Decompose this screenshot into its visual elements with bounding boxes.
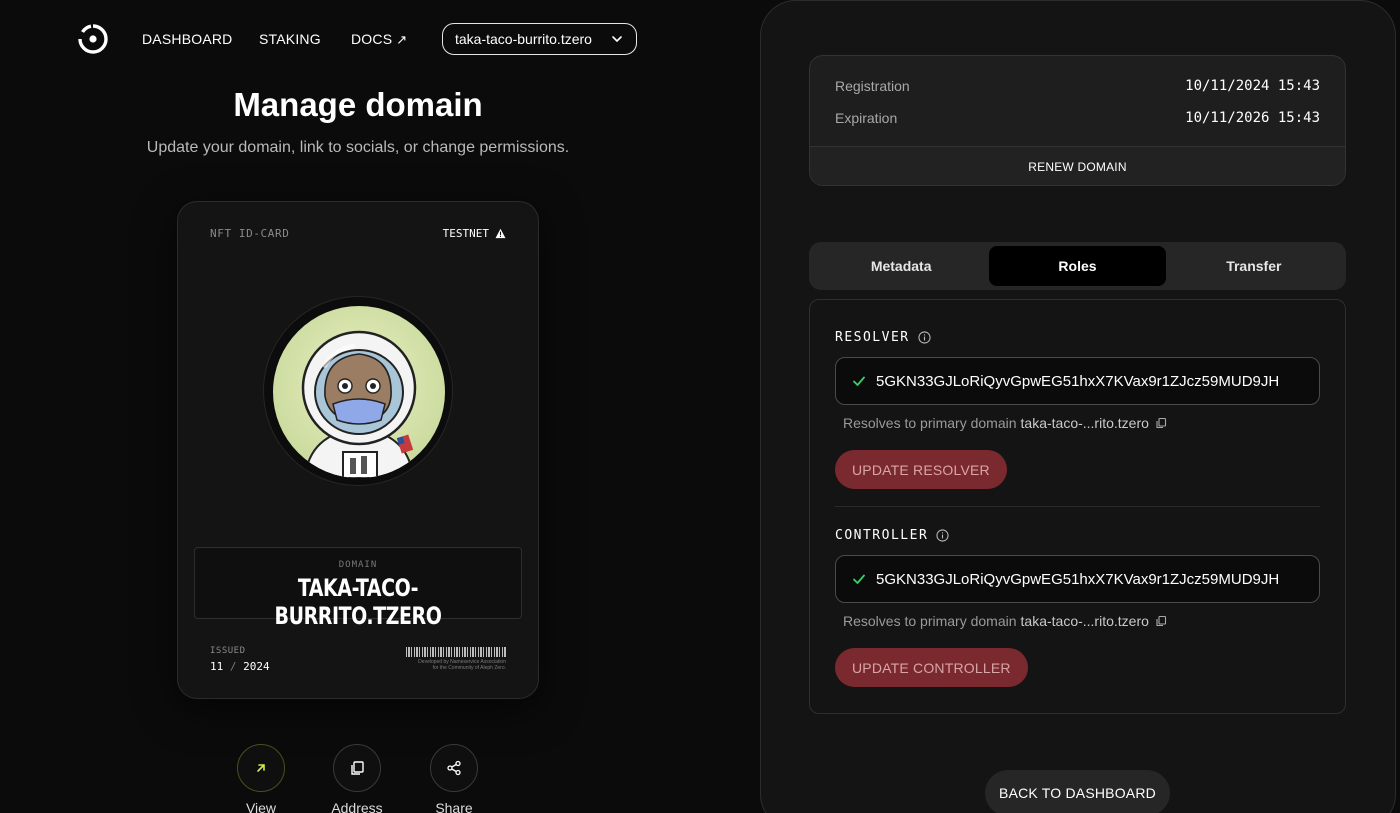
share-action: Share <box>430 744 478 813</box>
resolver-address-field[interactable]: 5GKN33GJLoRiQyvGpwEG51hxX7KVax9r1ZJcz59M… <box>835 357 1320 405</box>
astronaut-avatar-image <box>273 306 445 478</box>
page-subtitle: Update your domain, link to socials, or … <box>146 139 570 156</box>
tab-bar: Metadata Roles Transfer <box>809 242 1346 290</box>
domain-box: DOMAIN TAKA-TACO-BURRITO.TZERO <box>194 547 522 630</box>
chevron-down-icon <box>612 36 622 42</box>
network-label: TESTNET <box>442 227 489 240</box>
share-icon <box>447 760 461 776</box>
warning-icon <box>495 228 506 239</box>
controller-title: CONTROLLER <box>835 528 949 543</box>
issued-label: ISSUED <box>210 646 246 656</box>
domain-select[interactable]: taka-taco-burrito.tzero <box>442 23 637 55</box>
arrow-up-right-icon: ↗ <box>396 32 408 47</box>
expiration-row: Expiration 10/11/2026 15:43 <box>835 110 1320 126</box>
share-label: Share <box>435 800 473 813</box>
tab-transfer[interactable]: Transfer <box>1166 246 1342 286</box>
nav-docs[interactable]: DOCS ↗ <box>351 31 407 48</box>
card-kicker: NFT ID-CARD <box>210 227 290 240</box>
issued-date: 11 / 2024 <box>210 660 270 673</box>
copy-address-button[interactable] <box>333 744 381 792</box>
domain-box-label: DOMAIN <box>338 560 378 570</box>
share-button[interactable] <box>430 744 478 792</box>
avatar <box>273 306 445 478</box>
controller-address: 5GKN33GJLoRiQyvGpwEG51hxX7KVax9r1ZJcz59M… <box>876 570 1280 588</box>
address-action: Address <box>331 744 383 813</box>
controller-note-domain: taka-taco-...rito.tzero <box>1020 613 1149 629</box>
page-title: Manage domain <box>233 86 483 123</box>
avatar-frame <box>263 296 453 486</box>
roles-box: RESOLVER 5GKN33GJLoRiQyvGpwEG51hxX7KVax9… <box>809 299 1346 714</box>
registration-value: 10/11/2024 15:43 <box>1185 78 1320 94</box>
domain-name: TAKA-TACO-BURRITO.TZERO <box>274 574 442 630</box>
developer-note: Developed by Nameservice Association for… <box>396 659 506 671</box>
expiration-value: 10/11/2026 15:43 <box>1185 110 1320 126</box>
roles-divider <box>835 506 1320 507</box>
view-action: View <box>237 744 285 813</box>
network-badge: TESTNET <box>443 227 506 240</box>
address-label: Address <box>331 800 383 813</box>
app-logo[interactable] <box>77 23 109 55</box>
resolver-note: Resolves to primary domain taka-taco-...… <box>843 415 1167 431</box>
renew-domain-button[interactable]: RENEW DOMAIN <box>810 146 1345 185</box>
nft-id-card: NFT ID-CARD TESTNET DOMAIN TAKA-TACO-BUR… <box>177 201 539 699</box>
expiration-label: Expiration <box>835 110 898 126</box>
barcode <box>406 647 506 657</box>
info-icon[interactable] <box>936 529 949 542</box>
logo-icon <box>78 24 108 54</box>
check-icon <box>853 376 865 386</box>
resolver-address: 5GKN33GJLoRiQyvGpwEG51hxX7KVax9r1ZJcz59M… <box>876 372 1280 390</box>
nav-staking[interactable]: STAKING <box>259 31 321 47</box>
registration-row: Registration 10/11/2024 15:43 <box>835 78 1320 94</box>
resolver-title: RESOLVER <box>835 330 931 345</box>
registration-box: Registration 10/11/2024 15:43 Expiration… <box>809 55 1346 186</box>
resolver-title-text: RESOLVER <box>835 330 910 345</box>
view-label: View <box>245 800 277 813</box>
nav-dashboard[interactable]: DASHBOARD <box>142 31 232 47</box>
tab-roles[interactable]: Roles <box>989 246 1166 286</box>
resolver-note-domain: taka-taco-...rito.tzero <box>1020 415 1149 431</box>
issued-month: 11 <box>210 660 224 673</box>
resolver-note-prefix: Resolves to primary domain <box>843 415 1017 431</box>
registration-label: Registration <box>835 78 910 94</box>
copy-icon[interactable] <box>1155 615 1167 627</box>
update-resolver-button[interactable]: UPDATE RESOLVER <box>835 450 1007 489</box>
domain-select-value: taka-taco-burrito.tzero <box>455 31 592 47</box>
arrow-up-right-icon <box>257 764 265 772</box>
check-icon <box>853 574 865 584</box>
controller-title-text: CONTROLLER <box>835 528 929 543</box>
controller-address-field[interactable]: 5GKN33GJLoRiQyvGpwEG51hxX7KVax9r1ZJcz59M… <box>835 555 1320 603</box>
issued-year: 2024 <box>243 660 270 673</box>
controller-note-prefix: Resolves to primary domain <box>843 613 1017 629</box>
copy-icon <box>351 761 364 775</box>
developer-note-line-2: for the Community of Aleph Zero. <box>432 665 506 671</box>
copy-icon[interactable] <box>1155 417 1167 429</box>
controller-note: Resolves to primary domain taka-taco-...… <box>843 613 1167 629</box>
issued-separator: / <box>229 660 237 673</box>
tab-metadata[interactable]: Metadata <box>813 246 989 286</box>
view-button[interactable] <box>237 744 285 792</box>
back-to-dashboard-button[interactable]: BACK TO DASHBOARD <box>985 770 1170 813</box>
update-controller-button[interactable]: UPDATE CONTROLLER <box>835 648 1028 687</box>
nav-docs-label: DOCS <box>351 31 393 47</box>
info-icon[interactable] <box>918 331 931 344</box>
